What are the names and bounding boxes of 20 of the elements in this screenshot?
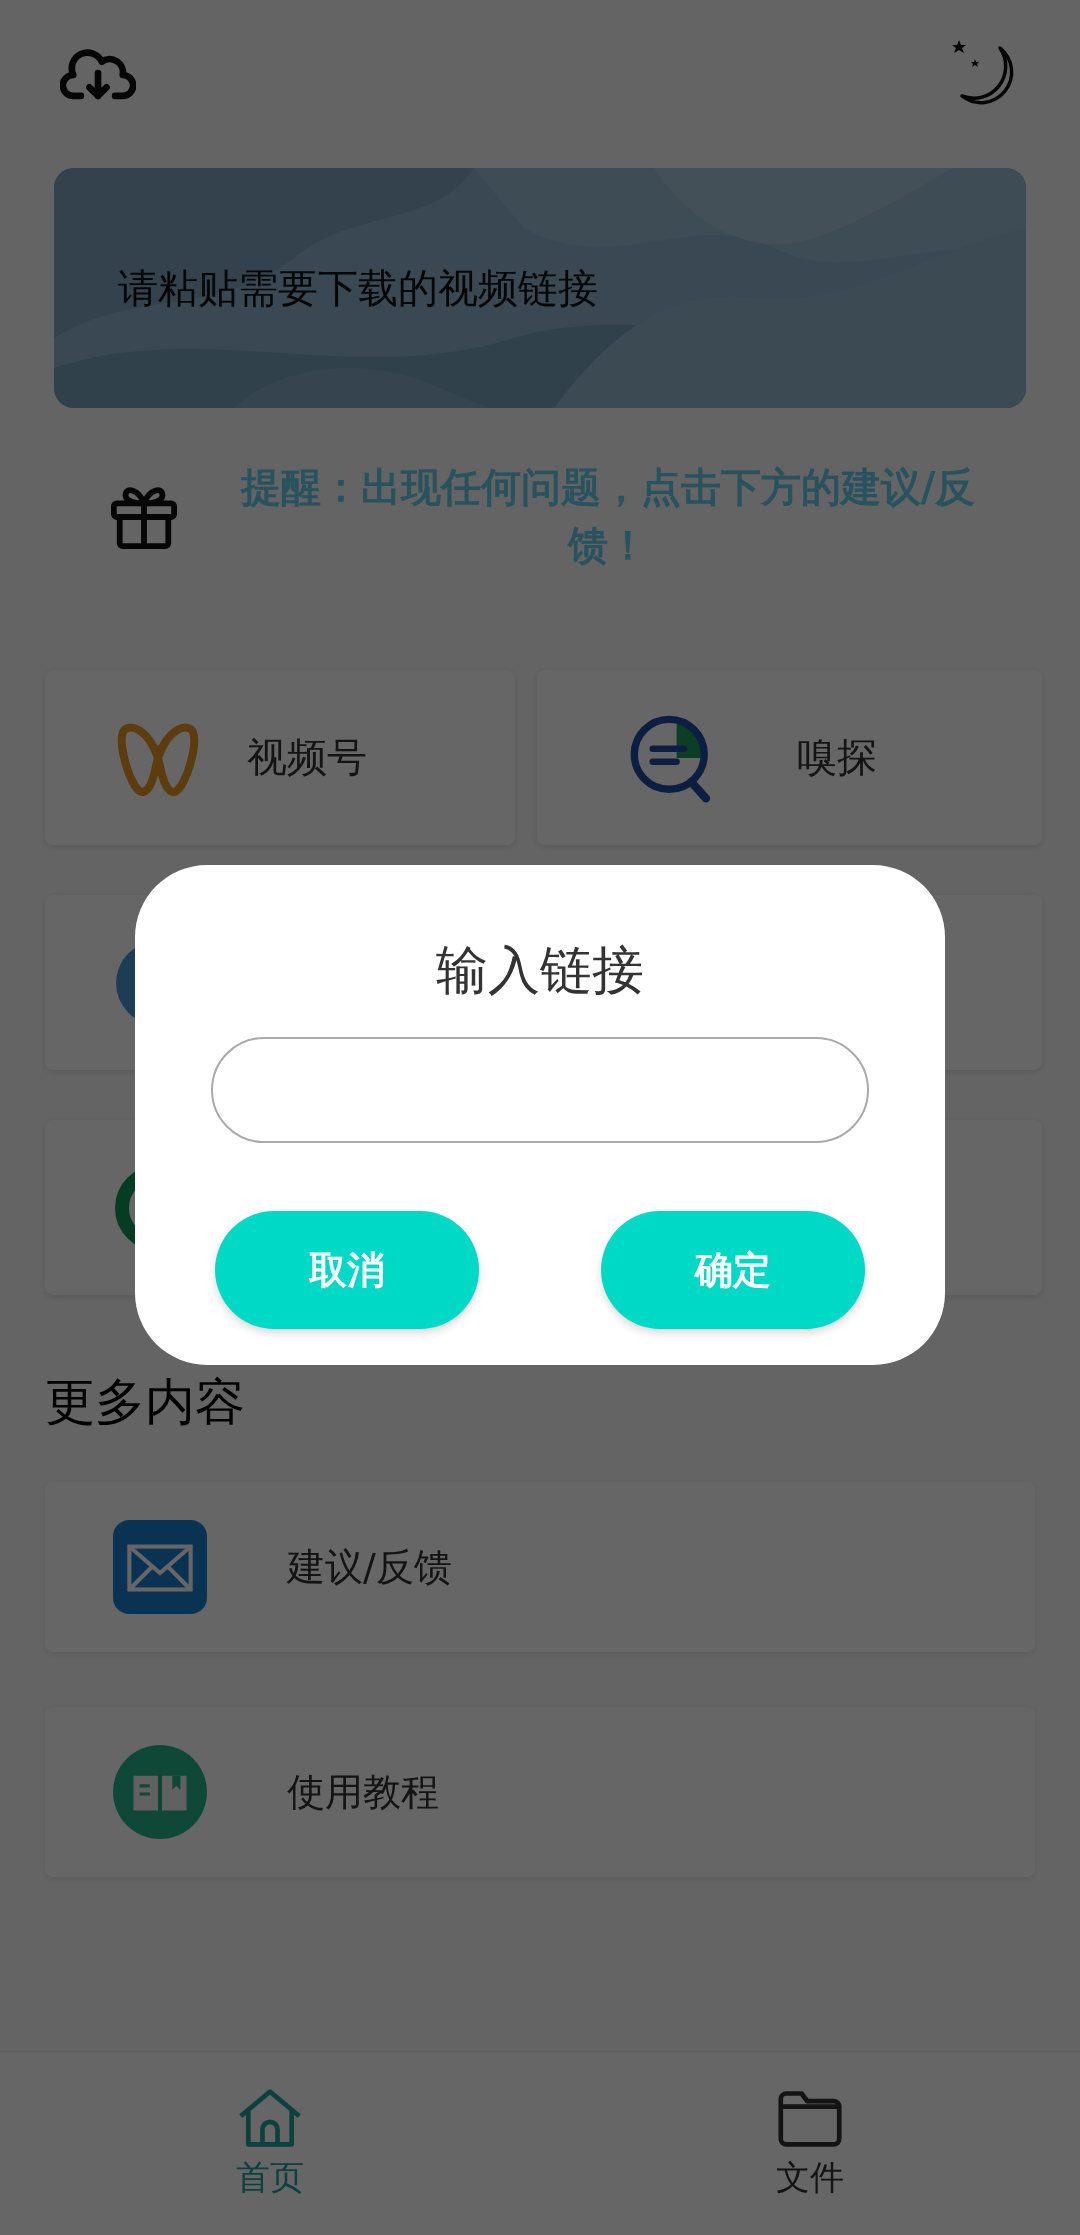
cloud-download-icon[interactable]	[60, 48, 136, 102]
feature-card[interactable]: 嗅探	[537, 670, 1042, 845]
notice-text: 提醒：出现任何问题，点击下方的建议/反馈！	[239, 463, 977, 570]
list-item[interactable]: 使用教程	[45, 1707, 1035, 1877]
book-icon	[113, 1745, 207, 1839]
list-label: 建议/反馈	[287, 1543, 452, 1591]
dialog-button[interactable]: 取消	[215, 1211, 479, 1329]
list-item[interactable]: 建议/反馈	[45, 1482, 1035, 1652]
home-icon	[237, 2086, 303, 2149]
list-label: 使用教程	[287, 1768, 439, 1816]
link-field[interactable]: 请粘贴需要下载的视频链接	[54, 168, 1026, 408]
feature-label: 视频号	[247, 733, 367, 782]
feature-label: 嗅探	[797, 733, 877, 782]
section-title: 更多内容	[45, 1372, 246, 1433]
feature-card[interactable]: 视频号	[45, 670, 515, 845]
dialog-button[interactable]: 确定	[601, 1211, 865, 1329]
dialog-title: 输入链接	[436, 939, 644, 1002]
nav-tab[interactable]: 文件	[540, 2052, 1080, 2235]
nav-tab[interactable]: 首页	[0, 2052, 540, 2235]
mail-icon	[113, 1520, 207, 1614]
